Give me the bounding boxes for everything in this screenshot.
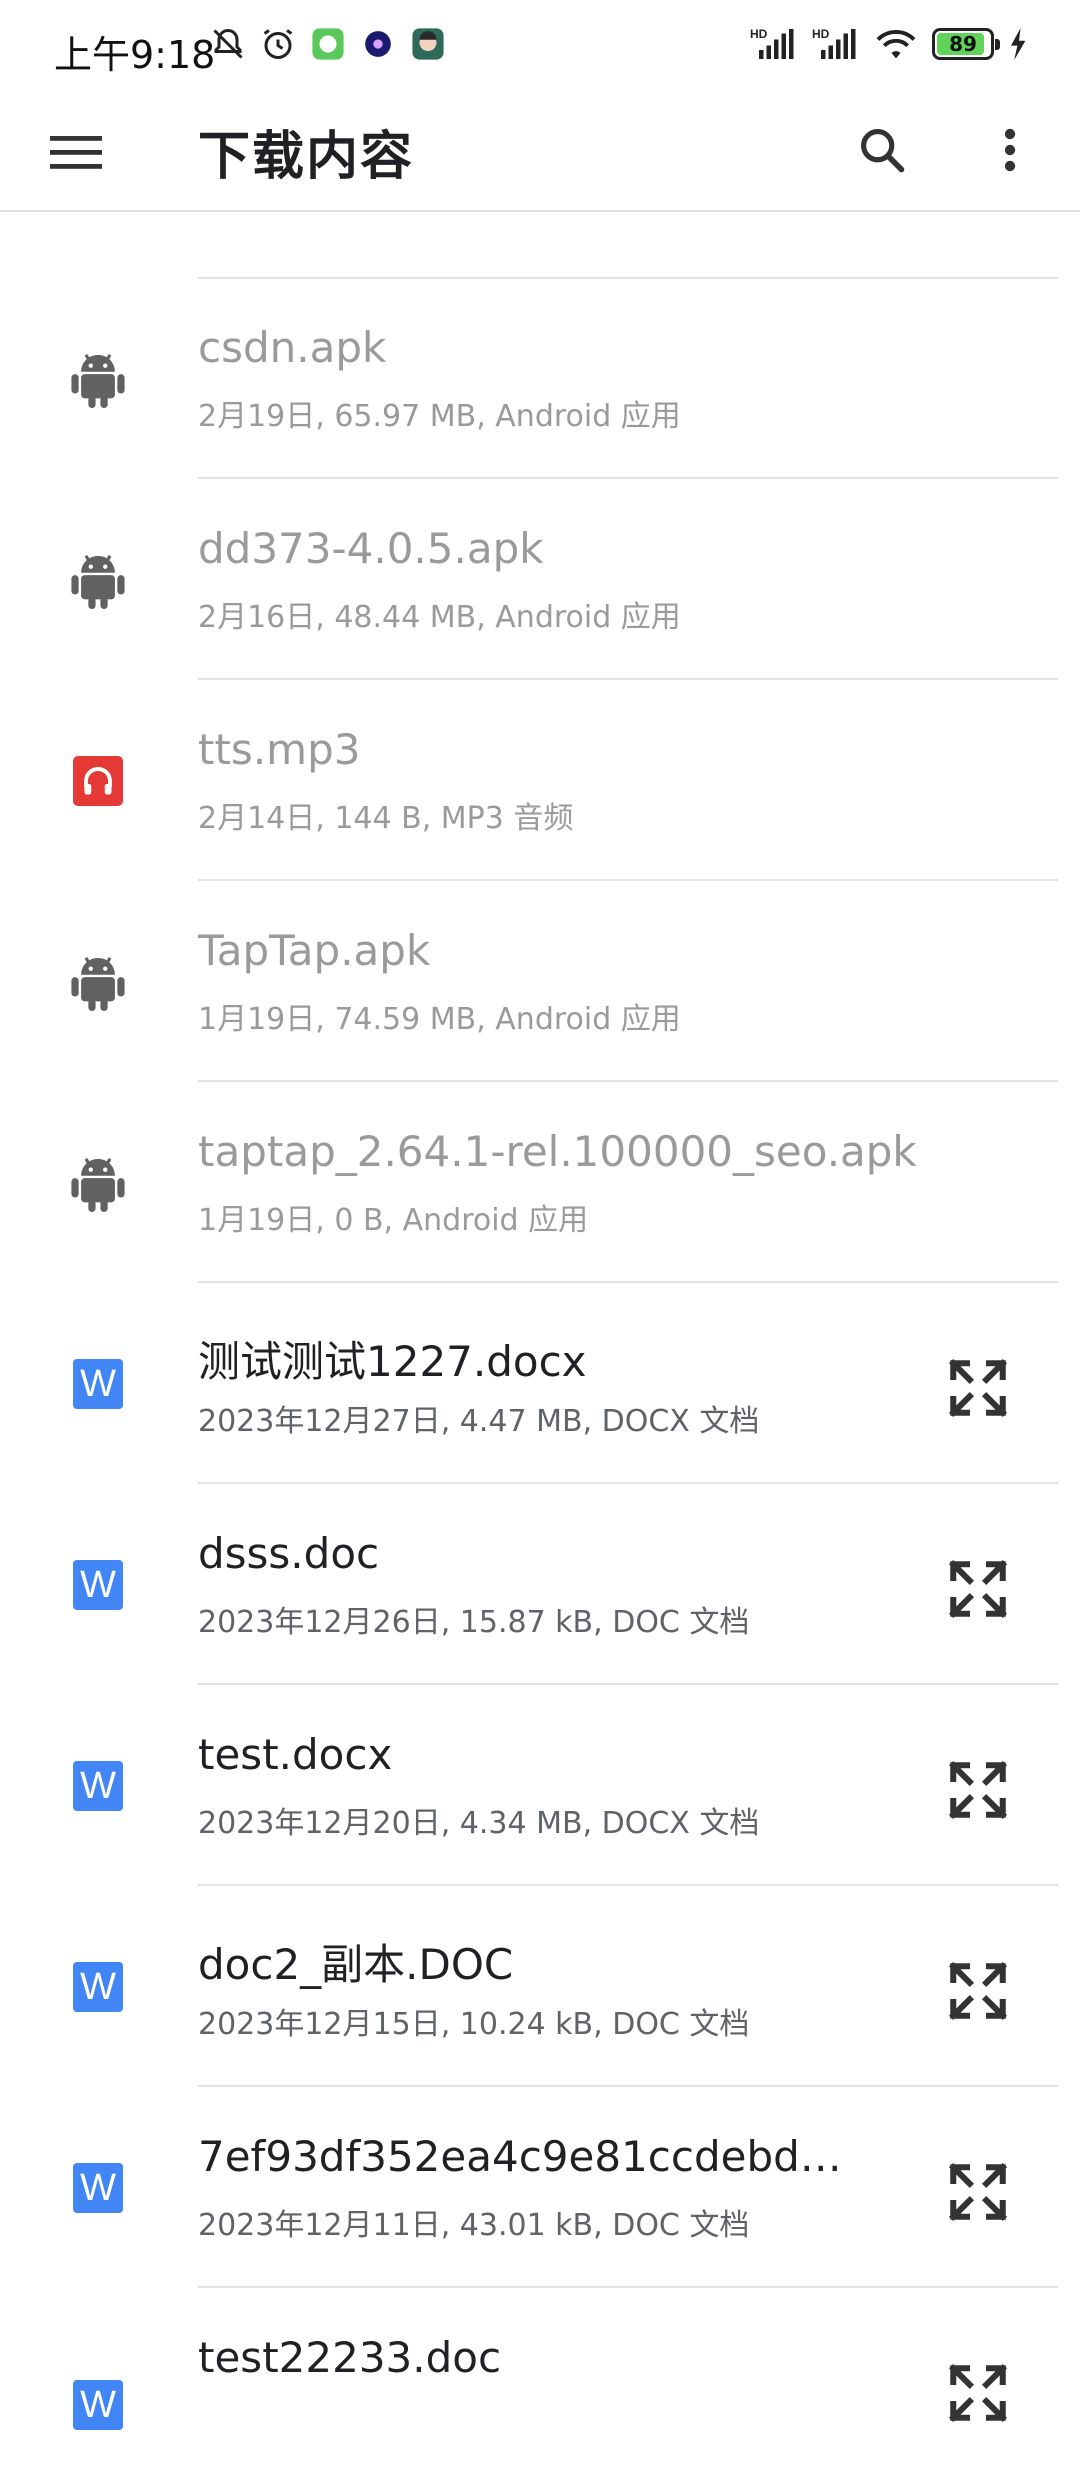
file-row[interactable]: W test.docx 2023年12月20日, 4.34 MB, DOCX 文… xyxy=(0,1686,1080,1886)
android-icon xyxy=(68,952,128,1012)
android-icon xyxy=(68,1153,128,1213)
word-document-icon: W xyxy=(68,1756,128,1816)
file-name: dsss.doc xyxy=(198,1529,380,1578)
charging-icon xyxy=(1008,26,1030,62)
list-divider xyxy=(198,2286,1058,2288)
file-meta: 1月19日, 0 B, Android 应用 xyxy=(198,1203,589,1238)
file-meta: 2月16日, 48.44 MB, Android 应用 xyxy=(198,600,681,635)
file-name: csdn.apk xyxy=(198,323,387,372)
expand-icon xyxy=(948,1760,1008,1820)
more-vert-icon xyxy=(1004,128,1016,172)
file-name: test.docx xyxy=(198,1730,393,1779)
file-row[interactable]: tts.mp3 2月14日, 144 B, MP3 音频 xyxy=(0,681,1080,881)
file-row[interactable]: taptap_2.64.1-rel.100000_seo.apk 1月19日, … xyxy=(0,1083,1080,1283)
file-meta: 1月19日, 74.59 MB, Android 应用 xyxy=(198,1002,681,1037)
menu-button[interactable] xyxy=(40,116,112,188)
file-row[interactable]: W 测试测试1227.docx 2023年12月27日, 4.47 MB, DO… xyxy=(0,1284,1080,1484)
svg-text:HD: HD xyxy=(812,27,830,41)
status-bar: 上午9:18 HD HD 89 xyxy=(0,0,1080,92)
signal-icon: HD xyxy=(750,26,798,62)
alarm-icon xyxy=(260,26,296,62)
word-document-icon: W xyxy=(68,2158,128,2218)
wifi-icon xyxy=(874,26,918,62)
signal-icon-2: HD xyxy=(812,26,860,62)
word-document-icon: W xyxy=(68,1354,128,1414)
expand-preview-button[interactable] xyxy=(940,1350,1016,1426)
expand-preview-button[interactable] xyxy=(940,1953,1016,2029)
file-meta: 2023年12月11日, 43.01 kB, DOC 文档 xyxy=(198,2208,750,2243)
file-name: 7ef93df352ea4c9e81ccdebd… xyxy=(198,2132,842,2181)
list-divider xyxy=(198,1482,1058,1484)
list-divider xyxy=(198,879,1058,881)
expand-icon xyxy=(948,1961,1008,2021)
file-meta: 2月14日, 144 B, MP3 音频 xyxy=(198,801,574,836)
file-meta: 2023年12月15日, 10.24 kB, DOC 文档 xyxy=(198,2007,750,2042)
android-icon xyxy=(68,550,128,610)
list-divider xyxy=(198,2085,1058,2087)
expand-preview-button[interactable] xyxy=(940,1752,1016,1828)
file-name: TapTap.apk xyxy=(198,926,431,975)
file-meta: 2023年12月26日, 15.87 kB, DOC 文档 xyxy=(198,1605,750,1640)
file-name: test22233.doc xyxy=(198,2333,502,2382)
app-notification-icon-2 xyxy=(360,26,396,62)
file-meta: 2023年12月27日, 4.47 MB, DOCX 文档 xyxy=(198,1404,760,1439)
file-name: taptap_2.64.1-rel.100000_seo.apk xyxy=(198,1127,917,1176)
file-row[interactable]: dd373-4.0.5.apk 2月16日, 48.44 MB, Android… xyxy=(0,480,1080,680)
expand-icon xyxy=(948,1358,1008,1418)
app-notification-icon xyxy=(310,26,346,62)
expand-icon xyxy=(948,2162,1008,2222)
hamburger-menu-icon xyxy=(50,136,102,169)
file-row[interactable]: W dsss.doc 2023年12月26日, 15.87 kB, DOC 文档 xyxy=(0,1485,1080,1685)
android-icon xyxy=(68,349,128,409)
expand-preview-button[interactable] xyxy=(940,1551,1016,1627)
expand-preview-button[interactable] xyxy=(940,2355,1016,2431)
list-divider xyxy=(198,1080,1058,1082)
file-meta: 2023年12月20日, 4.34 MB, DOCX 文档 xyxy=(198,1806,760,1841)
file-row[interactable]: csdn.apk 2月19日, 65.97 MB, Android 应用 xyxy=(0,279,1080,479)
list-divider xyxy=(198,1281,1058,1283)
search-icon xyxy=(860,128,905,173)
page-title: 下载内容 xyxy=(198,127,415,187)
app-bar: 下载内容 xyxy=(0,92,1080,212)
word-document-icon: W xyxy=(68,1555,128,1615)
file-row[interactable]: TapTap.apk 1月19日, 74.59 MB, Android 应用 xyxy=(0,882,1080,1082)
audio-icon xyxy=(68,751,128,811)
list-divider xyxy=(198,1683,1058,1685)
svg-text:HD: HD xyxy=(750,27,768,41)
search-button[interactable] xyxy=(846,114,918,186)
list-divider xyxy=(198,678,1058,680)
list-divider xyxy=(198,1884,1058,1886)
word-document-icon: W xyxy=(68,2375,128,2435)
expand-icon xyxy=(948,1559,1008,1619)
status-time: 上午9:18 xyxy=(54,33,216,77)
expand-preview-button[interactable] xyxy=(940,2154,1016,2230)
mute-icon xyxy=(210,26,246,62)
avatar-notification-icon xyxy=(410,26,446,62)
battery-level: 89 xyxy=(949,32,977,56)
file-name: doc2_副本.DOC xyxy=(198,1940,514,1989)
expand-icon xyxy=(948,2363,1008,2423)
file-name: dd373-4.0.5.apk xyxy=(198,524,544,573)
list-divider xyxy=(198,477,1058,479)
file-meta: 2月19日, 65.97 MB, Android 应用 xyxy=(198,399,681,434)
file-row[interactable]: W doc2_副本.DOC 2023年12月15日, 10.24 kB, DOC… xyxy=(0,1887,1080,2087)
file-name: tts.mp3 xyxy=(198,725,361,774)
word-document-icon: W xyxy=(68,1957,128,2017)
battery-icon: 89 xyxy=(932,28,1000,60)
file-name: 测试测试1227.docx xyxy=(198,1337,587,1386)
file-row[interactable]: W 7ef93df352ea4c9e81ccdebd… 2023年12月11日,… xyxy=(0,2088,1080,2288)
file-row[interactable]: W test22233.doc xyxy=(0,2289,1080,2489)
more-options-button[interactable] xyxy=(974,114,1046,186)
